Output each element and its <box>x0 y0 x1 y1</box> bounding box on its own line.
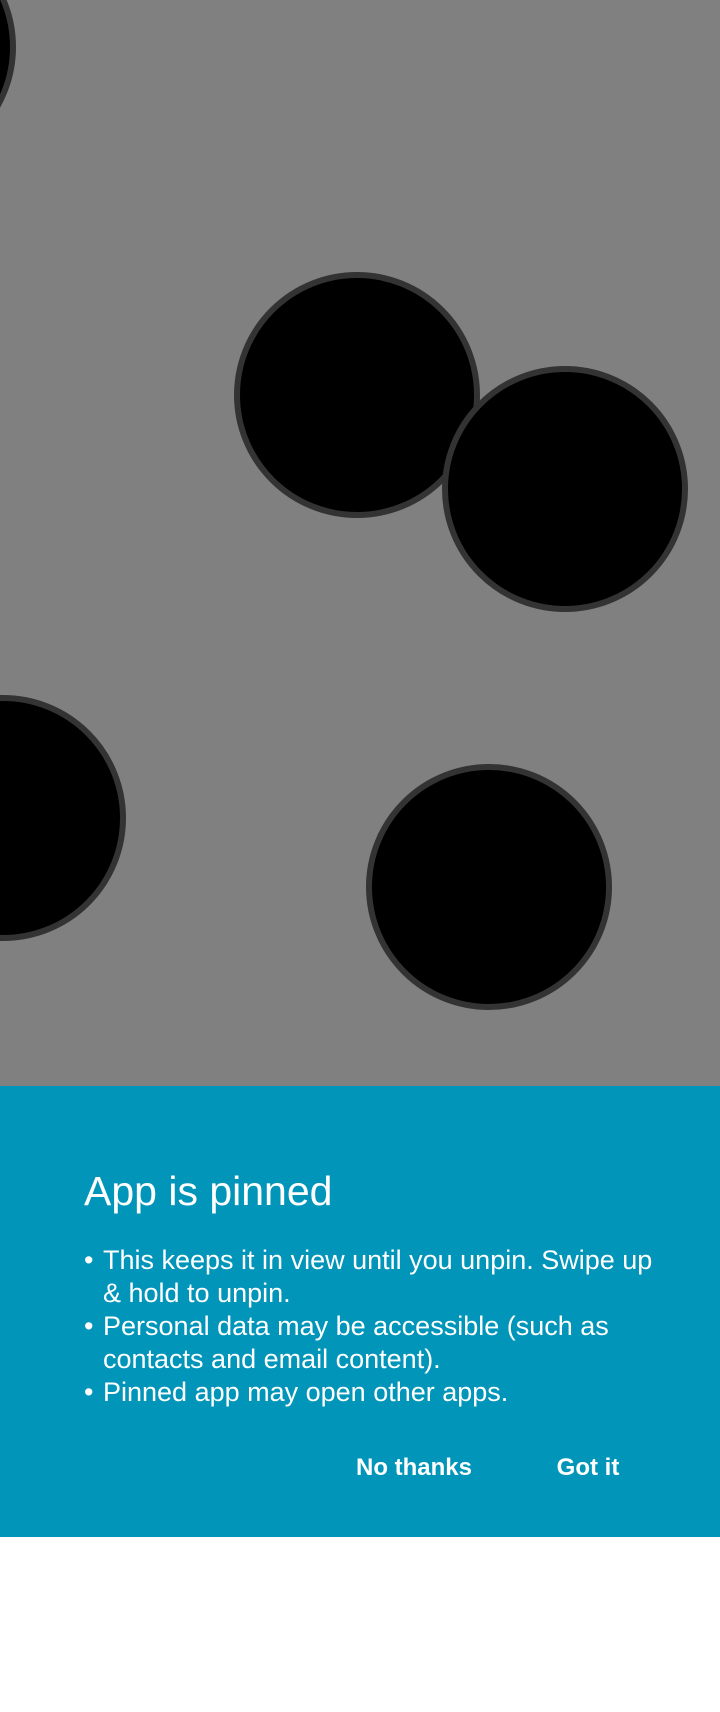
dialog-bullet-list: • This keeps it in view until you unpin.… <box>84 1244 654 1409</box>
pinned-app-view[interactable] <box>0 0 720 1086</box>
ball-circle[interactable] <box>442 366 688 612</box>
navigation-area <box>0 1537 720 1712</box>
ball-circle[interactable] <box>0 695 126 941</box>
bullet-text: This keeps it in view until you unpin. S… <box>103 1245 653 1308</box>
no-thanks-button[interactable]: No thanks <box>355 1443 473 1493</box>
ball-circle[interactable] <box>0 0 16 170</box>
got-it-button[interactable]: Got it <box>543 1443 633 1493</box>
screen-pinning-dialog: App is pinned • This keeps it in view un… <box>0 1086 720 1537</box>
bullet-dot: • <box>84 1377 94 1407</box>
bullet-text: Pinned app may open other apps. <box>103 1377 509 1407</box>
dialog-bullet-item: • Personal data may be accessible (such … <box>84 1310 654 1376</box>
dialog-title: App is pinned <box>84 1168 333 1214</box>
ball-circle[interactable] <box>366 764 612 1010</box>
dialog-bullet-item: • This keeps it in view until you unpin.… <box>84 1244 654 1310</box>
bullet-text: Personal data may be accessible (such as… <box>103 1311 609 1374</box>
dialog-bullet-item: • Pinned app may open other apps. <box>84 1376 654 1409</box>
bullet-dot: • <box>84 1245 94 1275</box>
bullet-dot: • <box>84 1311 94 1341</box>
screen: App is pinned • This keeps it in view un… <box>0 0 720 1712</box>
